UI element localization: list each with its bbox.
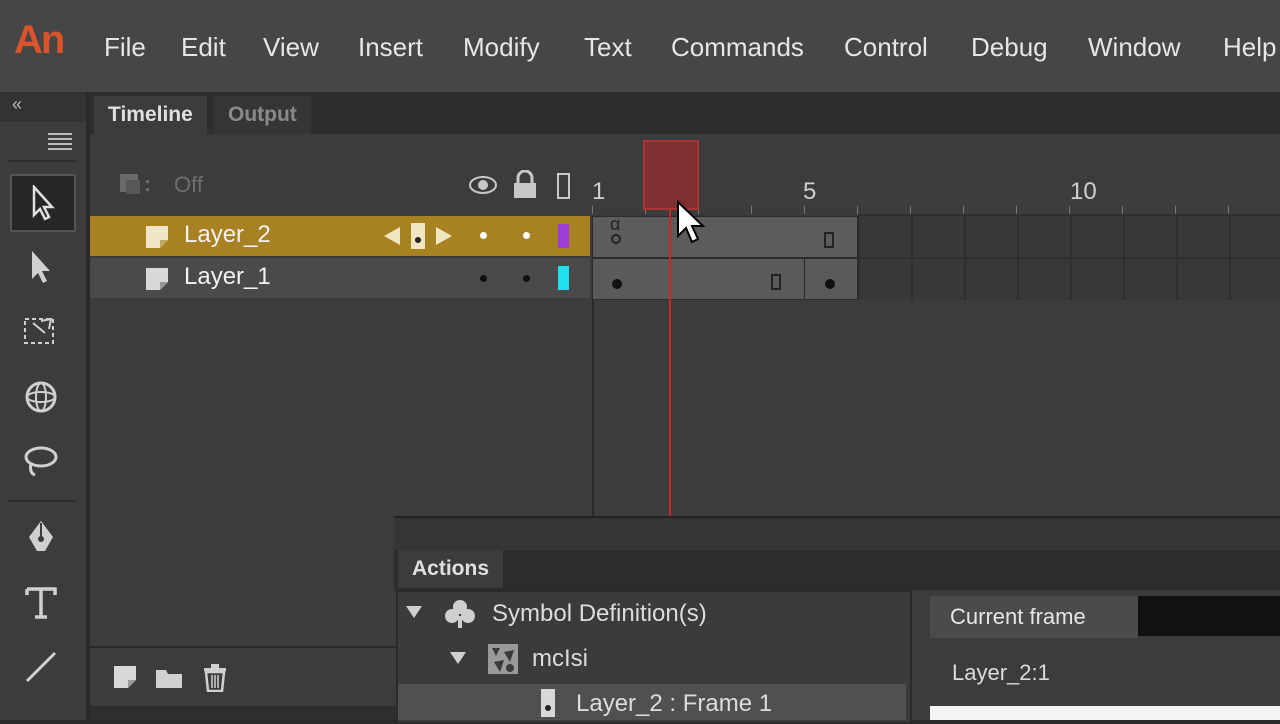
text-tool-icon[interactable] [10,576,72,630]
frame-script-icon [540,688,556,723]
end-frame-marker[interactable] [771,274,781,290]
add-keyframe-icon[interactable] [410,222,426,255]
menu-file[interactable]: File [104,32,146,63]
tools-header: « [0,92,86,122]
tab-actions[interactable]: Actions [398,550,504,588]
lock-dot[interactable] [523,232,530,239]
layer-color-swatch[interactable] [558,266,569,290]
onion-skin-icon[interactable] [118,172,156,203]
menu-commands[interactable]: Commands [671,32,804,63]
lasso-tool-icon[interactable] [10,434,72,488]
selection-tool-icon[interactable] [10,174,76,232]
empty-keyframe[interactable] [611,234,621,244]
frame-location-label: Layer_2:1 [952,660,1050,685]
onion-skin-status: Off [174,172,203,197]
ruler-label-5: 5 [803,178,817,205]
prev-keyframe-icon[interactable] [382,225,402,252]
panel-menu-icon[interactable] [48,132,72,155]
free-transform-tool-icon[interactable] [10,304,72,358]
menu-help[interactable]: Help [1223,32,1276,63]
tools-divider [8,160,76,162]
chevron-down-icon[interactable] [448,650,468,671]
menu-view[interactable]: View [263,32,319,63]
keyframe[interactable] [612,279,622,289]
menu-control[interactable]: Control [844,32,928,63]
app-logo: An [14,18,65,62]
lock-dot[interactable] [523,275,530,282]
tree-symbol-name[interactable]: mcIsi [532,645,588,673]
subselection-tool-icon[interactable] [10,240,72,294]
eye-icon[interactable] [468,174,498,201]
symbol-club-icon [444,598,476,635]
new-layer-icon[interactable] [112,664,138,695]
outline-icon[interactable] [556,172,572,205]
timeline-bottom-bar [90,646,400,708]
empty-frame-grid[interactable] [858,214,1280,300]
visibility-dot[interactable] [480,275,487,282]
tab-timeline[interactable]: Timeline [94,96,207,134]
layer-name[interactable]: Layer_2 [184,221,271,249]
actions-drag-bar[interactable] [394,516,1280,552]
menu-edit[interactable]: Edit [181,32,226,63]
layer-icon [144,224,170,250]
tree-frame-entry[interactable]: Layer_2 : Frame 1 [576,690,772,718]
editor-tab-strip [1138,596,1280,636]
menu-debug[interactable]: Debug [971,32,1048,63]
layer-icon [144,266,170,292]
new-folder-icon[interactable] [154,666,184,695]
tab-current-frame[interactable]: Current frame [930,596,1138,638]
tab-output[interactable]: Output [214,96,311,134]
movieclip-symbol-icon [486,642,520,681]
layer-name[interactable]: Layer_1 [184,263,271,291]
layer-row-layer2[interactable]: Layer_2 [90,216,590,256]
menu-text[interactable]: Text [584,32,632,63]
keyframe[interactable] [825,279,835,289]
actions-tabbar [394,550,1280,590]
collapse-icon[interactable]: « [12,94,22,115]
lock-icon[interactable] [512,169,538,205]
menu-modify[interactable]: Modify [463,32,540,63]
next-keyframe-icon[interactable] [434,225,454,252]
menu-insert[interactable]: Insert [358,32,423,63]
layer-row-layer1[interactable]: Layer_1 [90,258,590,298]
end-frame-marker[interactable] [824,232,834,248]
3d-rotation-tool-icon[interactable] [10,370,72,424]
chevron-down-icon[interactable] [404,604,424,625]
visibility-dot[interactable] [480,232,487,239]
layer-color-swatch[interactable] [558,224,569,248]
timeline-status-bar [90,706,400,720]
frame-label-marker: α [610,214,621,234]
tree-symbol-definitions[interactable]: Symbol Definition(s) [492,600,707,628]
layer2-frame-span[interactable] [592,216,858,258]
ruler-label-10: 10 [1070,178,1097,205]
frames-empty-area[interactable] [592,300,1280,520]
pen-tool-icon[interactable] [10,510,72,564]
ruler-label-1: 1 [592,178,606,205]
tools-divider [8,500,76,502]
line-tool-icon[interactable] [10,640,72,694]
playhead-line[interactable] [669,210,671,516]
menu-window[interactable]: Window [1088,32,1180,63]
code-editor[interactable] [930,706,1280,720]
delete-layer-icon[interactable] [202,664,228,697]
mouse-cursor-icon [676,199,706,251]
